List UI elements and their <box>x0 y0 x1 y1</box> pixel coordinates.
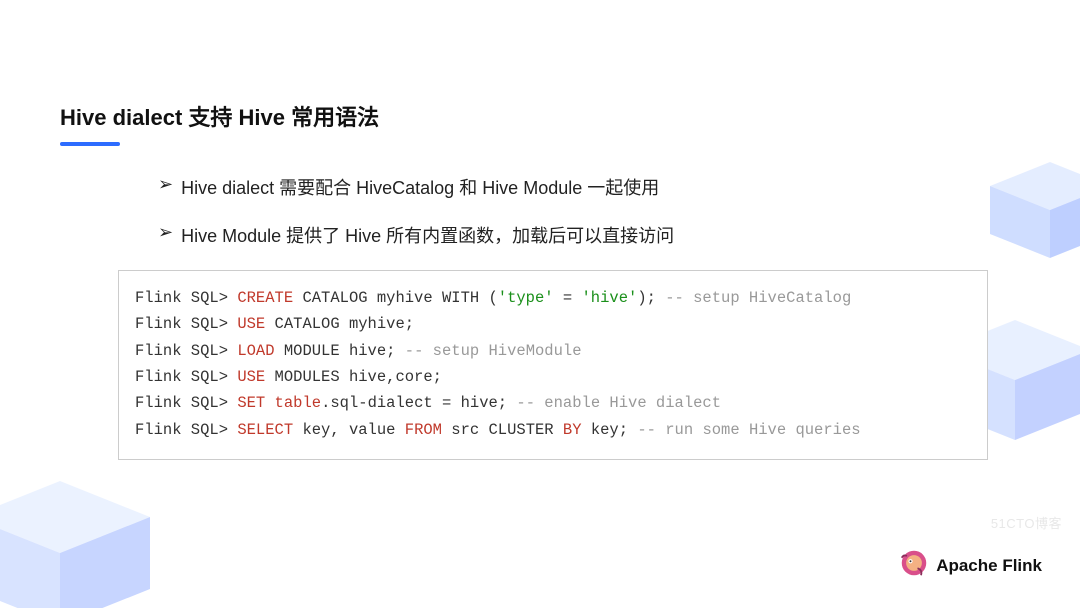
bullet-item: ➢ Hive Module 提供了 Hive 所有内置函数，加载后可以直接访问 <box>158 222 1020 248</box>
code-block: Flink SQL> CREATE CATALOG myhive WITH ('… <box>118 270 988 460</box>
bullet-list: ➢ Hive dialect 需要配合 HiveCatalog 和 Hive M… <box>60 174 1020 248</box>
code-line: Flink SQL> SET table.sql-dialect = hive;… <box>135 394 721 412</box>
bullet-marker-icon: ➢ <box>158 222 173 243</box>
slide: Hive dialect 支持 Hive 常用语法 ➢ Hive dialect… <box>0 0 1080 608</box>
footer-brand-text: Apache Flink <box>936 556 1042 576</box>
flink-logo-icon <box>900 549 928 582</box>
bullet-marker-icon: ➢ <box>158 174 173 195</box>
code-line: Flink SQL> CREATE CATALOG myhive WITH ('… <box>135 289 851 307</box>
slide-title: Hive dialect 支持 Hive 常用语法 <box>60 100 1020 132</box>
watermark: 51CTO博客 <box>991 513 1062 532</box>
code-line: Flink SQL> LOAD MODULE hive; -- setup Hi… <box>135 342 582 360</box>
bullet-text: Hive dialect 需要配合 HiveCatalog 和 Hive Mod… <box>181 174 659 200</box>
bullet-item: ➢ Hive dialect 需要配合 HiveCatalog 和 Hive M… <box>158 174 1020 200</box>
code-line: Flink SQL> USE MODULES hive,core; <box>135 368 442 386</box>
code-line: Flink SQL> SELECT key, value FROM src CL… <box>135 421 861 439</box>
code-line: Flink SQL> USE CATALOG myhive; <box>135 315 414 333</box>
bullet-text: Hive Module 提供了 Hive 所有内置函数，加载后可以直接访问 <box>181 222 674 248</box>
title-underline <box>60 142 120 146</box>
footer-brand: Apache Flink <box>900 549 1042 582</box>
